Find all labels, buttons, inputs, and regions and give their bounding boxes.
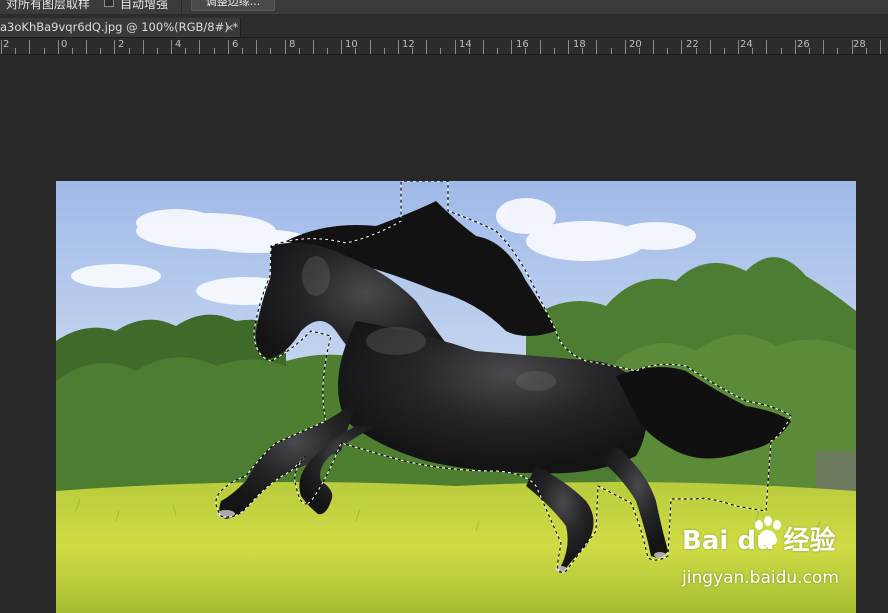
options-bar: 对所有图层取样 自动增强 调整边缘... bbox=[0, 0, 888, 15]
ruler-label: 22 bbox=[686, 39, 699, 50]
ruler-label: 12 bbox=[402, 39, 415, 50]
ruler-label: 20 bbox=[629, 39, 642, 50]
ruler-label: 2 bbox=[118, 39, 125, 50]
ruler-label: 2 bbox=[3, 39, 10, 50]
ruler-label: 10 bbox=[345, 39, 358, 50]
ruler-label: 28 bbox=[853, 39, 866, 50]
ruler-label: 8 bbox=[289, 39, 296, 50]
watermark-url: jingyan.baidu.com bbox=[682, 568, 839, 588]
auto-enhance-checkbox[interactable] bbox=[104, 0, 114, 7]
horizontal-ruler[interactable]: 2 0 2 4 6 8 10 12 14 16 18 20 22 24 26 2… bbox=[0, 38, 888, 55]
ruler-label: 24 bbox=[740, 39, 753, 50]
ruler-label: 6 bbox=[232, 39, 239, 50]
ruler-label: 0 bbox=[61, 39, 68, 50]
options-divider bbox=[181, 0, 182, 14]
auto-enhance-label[interactable]: 自动增强 bbox=[120, 0, 168, 12]
paw-icon bbox=[755, 516, 781, 546]
ruler-label: 26 bbox=[797, 39, 810, 50]
document-tab-title: a3oKhBa9vqr6dQ.jpg @ 100%(RGB/8#) * bbox=[0, 20, 239, 34]
ruler-ticks bbox=[1, 40, 881, 54]
ruler-label: 18 bbox=[573, 39, 586, 50]
document-tab-bar: a3oKhBa9vqr6dQ.jpg @ 100%(RGB/8#) * × bbox=[0, 15, 888, 38]
sample-all-layers-label[interactable]: 对所有图层取样 bbox=[6, 0, 90, 12]
ruler-label: 14 bbox=[459, 39, 472, 50]
refine-edge-button[interactable]: 调整边缘... bbox=[191, 0, 275, 11]
ruler-label: 4 bbox=[175, 39, 182, 50]
baidu-jingyan-watermark: Bai du 经验 jingyan.baidu.com bbox=[680, 516, 880, 598]
document-tab[interactable]: a3oKhBa9vqr6dQ.jpg @ 100%(RGB/8#) * × bbox=[0, 18, 241, 37]
close-icon[interactable]: × bbox=[225, 18, 234, 37]
ruler-label: 16 bbox=[516, 39, 529, 50]
